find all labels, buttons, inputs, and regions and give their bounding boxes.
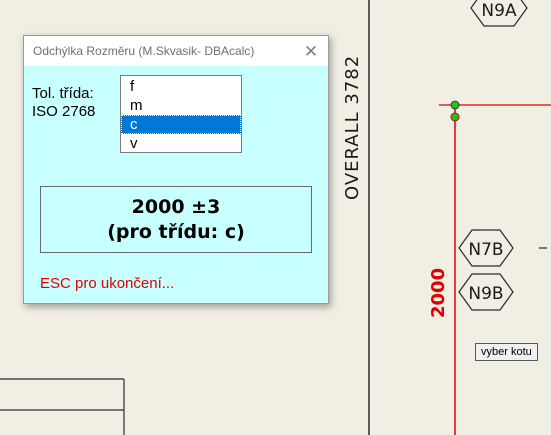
grip-marker-top[interactable] [450, 100, 460, 110]
tolerance-class-label-line2: ISO 2768 [32, 103, 96, 120]
overall-dimension-text: OVERALL 3782 [342, 55, 363, 200]
tag-n9a[interactable]: N9A [470, 0, 528, 27]
tolerance-class-label: Tol. třída: ISO 2768 [32, 85, 95, 121]
close-icon: ✕ [303, 41, 319, 61]
tag-n7b[interactable]: N7B [458, 229, 514, 267]
drawing-table [0, 378, 125, 435]
close-button[interactable]: ✕ [294, 36, 328, 66]
result-box: 2000 ±3 (pro třídu: c) [40, 186, 312, 253]
tag-n7b-label: N7B [468, 240, 503, 260]
red-dimension-text: 2000 [428, 268, 449, 318]
tolerance-dialog: Odchýlka Rozměru (M.Skvasik- DBAcalc) ✕ … [23, 35, 329, 304]
tolerance-class-label-line1: Tol. třída: [32, 85, 94, 102]
tag-n9a-label: N9A [481, 1, 517, 21]
result-value: 2000 ±3 [131, 195, 221, 218]
tolerance-class-option-m[interactable]: m [121, 96, 241, 115]
grip-marker-bottom[interactable] [450, 112, 460, 122]
result-class-note: (pro třídu: c) [107, 220, 245, 243]
tolerance-class-option-c[interactable]: c [121, 115, 241, 134]
dialog-title: Odchýlka Rozměru (M.Skvasik- DBAcalc) [33, 44, 255, 58]
tag-n9b-label: N9B [468, 284, 503, 304]
tolerance-class-listbox[interactable]: f m c v [120, 75, 242, 153]
esc-hint: ESC pro ukončení... [40, 275, 175, 292]
tag-n9b[interactable]: N9B [458, 273, 514, 311]
tolerance-class-option-f[interactable]: f [121, 77, 241, 96]
dialog-titlebar[interactable]: Odchýlka Rozměru (M.Skvasik- DBAcalc) ✕ [24, 36, 328, 66]
tolerance-class-option-v[interactable]: v [121, 134, 241, 153]
cursor-tooltip: vyber kotu [475, 343, 538, 361]
